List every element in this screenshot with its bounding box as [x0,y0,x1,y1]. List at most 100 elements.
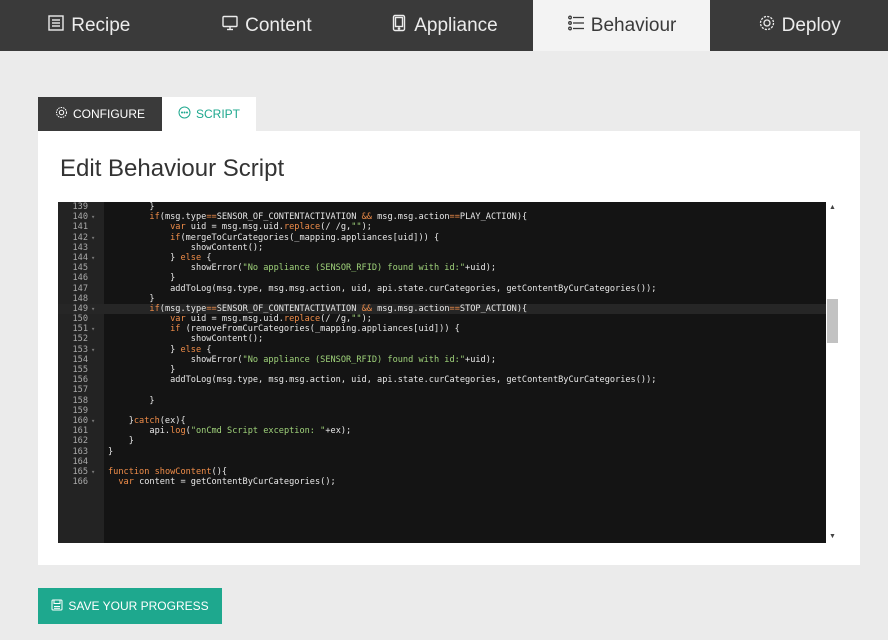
code-line[interactable]: 159 [58,406,826,416]
gear-icon [55,106,68,122]
code-text: showError("No appliance (SENSOR_RFID) fo… [108,263,497,274]
code-line[interactable]: 154 showError("No appliance (SENSOR_RFID… [58,355,826,365]
code-line[interactable]: 145 showError("No appliance (SENSOR_RFID… [58,263,826,273]
top-nav: Recipe Content Appliance Behaviour Deplo… [0,0,888,51]
code-line[interactable]: 165 ▾ function showContent(){ [58,467,826,477]
code-text: if(msg.type==SENSOR_OF_CONTENTACTIVATION… [149,303,528,314]
line-number: 152 [72,334,88,345]
code-line[interactable]: 158 } [58,396,826,406]
line-number: 158 [72,395,88,406]
tab-script[interactable]: SCRIPT [162,97,256,131]
save-progress-button[interactable]: SAVE YOUR PROGRESS [38,588,222,624]
code-lines[interactable]: 139 } 140 ▾ if(msg.type==SENSOR_OF_CONTENT… [58,202,826,543]
code-line[interactable]: 143 showContent(); [58,243,826,253]
code-line[interactable]: 153 ▾ } else { [58,345,826,355]
code-text: if(msg.type==SENSOR_OF_CONTENTACTIVATION… [149,212,528,223]
fold-arrow-icon[interactable]: ▾ [91,233,99,243]
floppy-disk-icon [51,599,63,614]
code-line[interactable]: 142 ▾ if(mergeToCurCategories(_mapping.ap… [58,233,826,243]
line-number: 143 [72,242,88,253]
line-number: 148 [72,293,88,304]
subtabs: CONFIGURE SCRIPT [38,97,256,131]
scroll-down-icon[interactable]: ▼ [826,531,839,543]
tab-appliance[interactable]: Appliance [355,0,533,51]
line-number: 141 [72,222,88,233]
monitor-icon [221,14,239,38]
line-number: 166 [72,477,88,488]
code-line[interactable]: 160 ▾ }catch(ex){ [58,416,826,426]
tab-configure[interactable]: CONFIGURE [38,97,162,131]
line-number: 164 [72,456,88,467]
code-text: } [108,395,155,406]
code-text: var uid = msg.msg.uid.replace(/ /g,""); [170,222,372,233]
code-line[interactable]: 140 ▾ if(msg.type==SENSOR_OF_CONTENTACTIV… [58,212,826,222]
tab-recipe-label: Recipe [71,14,131,36]
line-number: 145 [72,263,88,274]
fold-arrow-icon[interactable]: ▾ [91,324,99,334]
code-editor[interactable]: 139 } 140 ▾ if(msg.type==SENSOR_OF_CONTENT… [58,202,839,543]
fold-arrow-icon[interactable]: ▾ [91,212,99,222]
code-line[interactable]: 157 [58,385,826,395]
tab-script-label: SCRIPT [195,107,240,121]
code-text: function showContent(){ [108,466,228,477]
line-number: 149 [72,303,88,314]
scroll-up-icon[interactable]: ▲ [826,202,839,214]
line-number: 150 [72,314,88,325]
code-text: } [108,365,176,375]
fold-arrow-icon[interactable]: ▾ [91,345,99,355]
code-line[interactable]: 151 ▾ if (removeFromCurCategories(_mappin… [58,324,826,334]
line-number: 144 [72,252,88,263]
fold-arrow-icon[interactable]: ▾ [91,253,99,263]
code-line[interactable]: 152 showContent(); [58,334,826,344]
code-text: } [108,273,176,284]
line-number: 162 [72,436,88,447]
code-text: } [108,446,114,457]
editor-scrollbar[interactable]: ▲ ▼ [826,202,839,543]
code-line[interactable]: 150 var uid = msg.msg.uid.replace(/ /g,"… [58,314,826,324]
code-line[interactable]: 166 var content = getContentByCurCategor… [58,477,826,487]
line-number: 160 [72,415,88,426]
scrollbar-thumb[interactable] [827,299,838,343]
line-number: 139 [72,202,88,212]
code-line[interactable]: 146 } [58,273,826,283]
save-progress-label: SAVE YOUR PROGRESS [68,599,209,613]
code-text: } else { [108,344,212,355]
code-line[interactable]: 149 ▾ if(msg.type==SENSOR_OF_CONTENTACTIV… [58,303,826,315]
code-line[interactable]: 155 } [58,365,826,375]
code-line[interactable]: 163} [58,447,826,457]
code-text: } [108,202,155,212]
line-number: 146 [72,273,88,284]
page-title: Edit Behaviour Script [60,155,285,182]
line-number: 147 [72,283,88,294]
code-text: } [108,436,134,447]
tab-recipe[interactable]: Recipe [0,0,178,51]
code-line[interactable]: 141 var uid = msg.msg.uid.replace(/ /g,"… [58,222,826,232]
tab-behaviour[interactable]: Behaviour [532,0,711,51]
code-line[interactable]: 162 } [58,436,826,446]
tab-configure-label: CONFIGURE [73,107,145,121]
code-line[interactable]: 139 } [58,202,826,212]
code-line[interactable]: 161 api.log("onCmd Script exception: "+e… [58,426,826,436]
code-line[interactable]: 148 } [58,294,826,304]
tab-content[interactable]: Content [178,0,356,51]
code-text: addToLog(msg.type, msg.msg.action, uid, … [108,283,657,294]
code-text: if(mergeToCurCategories(_mapping.applian… [170,232,440,243]
line-number: 161 [72,426,88,437]
line-number: 157 [72,385,88,396]
fold-arrow-icon[interactable]: ▾ [91,416,99,426]
document-icon [47,14,65,38]
tab-deploy[interactable]: Deploy [710,0,888,51]
fold-arrow-icon[interactable]: ▾ [91,467,99,477]
script-icon [178,106,191,122]
code-line[interactable]: 144 ▾ } else { [58,253,826,263]
fold-arrow-icon[interactable]: ▾ [91,304,99,314]
tab-content-label: Content [245,14,312,36]
code-text: var content = getContentByCurCategories(… [118,477,336,488]
code-text: api.log("onCmd Script exception: "+ex); [108,426,352,437]
code-line[interactable]: 147 addToLog(msg.type, msg.msg.action, u… [58,284,826,294]
code-line[interactable]: 164 [58,457,826,467]
line-number: 165 [72,466,88,477]
line-number: 151 [72,324,88,335]
gear-icon [758,14,776,38]
code-line[interactable]: 156 addToLog(msg.type, msg.msg.action, u… [58,375,826,385]
